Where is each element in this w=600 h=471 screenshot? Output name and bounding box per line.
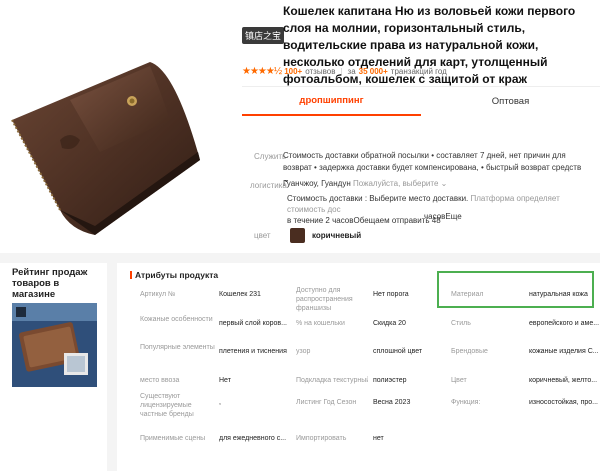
attributes-heading: Атрибуты продукта (130, 270, 218, 280)
attr-value: Скидка 20 (373, 320, 406, 327)
attr-key: Функция: (451, 399, 481, 406)
attr-key: место ввоза (140, 377, 180, 384)
store-ranking-title: Рейтинг продаж товаров в магазине (12, 267, 88, 300)
attr-value: Нет порога (373, 291, 409, 298)
attr-value: для ежедневного с... (219, 435, 287, 442)
tab-wholesale[interactable]: Оптовая (421, 87, 600, 116)
rating-stars-icon: ★★★★½ (242, 66, 282, 77)
logistics-from: Гуанчжоу, Гуандун (283, 179, 351, 188)
color-swatch[interactable] (290, 228, 305, 243)
attr-value: сплошной цвет (373, 348, 423, 355)
heading-accent-mark (130, 271, 132, 279)
ranking-product-image[interactable] (12, 303, 97, 387)
section-divider (0, 253, 600, 263)
transactions-label: транзакций год (390, 67, 447, 76)
transactions-prefix: за (347, 67, 356, 76)
logistics-label: логистика (250, 181, 287, 190)
attr-value: , (219, 399, 221, 406)
table-row: Кожаные особенности первый слой коров...… (140, 315, 600, 337)
attr-key: Подкладка текстурный (296, 377, 368, 384)
attr-value: Нет (219, 377, 231, 384)
attr-value: коричневый, желто... (529, 377, 598, 384)
separator: | (340, 67, 343, 76)
attr-value: европейского и аме... (529, 320, 599, 327)
attr-key: % на кошельки (296, 320, 345, 327)
table-row: Применимые сцены для ежедневного с... Им… (140, 430, 600, 452)
attr-key: Импортировать (296, 435, 347, 442)
attr-key: Применимые сцены (140, 435, 206, 442)
attr-value: износостойкая, про... (529, 399, 598, 406)
attributes-heading-text: Атрибуты продукта (135, 270, 219, 280)
table-row: Существуют лицензируемые частные бренды … (140, 392, 600, 428)
reviews-label: отзывов (305, 67, 336, 76)
delivery-time-more[interactable]: часовЕще (424, 212, 462, 221)
attr-value: Кошелек 231 (219, 291, 261, 298)
rating-row: ★★★★½ 100+ отзывов | за 35 000+ транзакц… (242, 66, 447, 77)
attr-key: Артикул № (140, 291, 176, 298)
product-image[interactable] (0, 40, 205, 235)
attr-key: Стиль (451, 320, 471, 327)
attr-key: Цвет (451, 377, 467, 384)
attr-key: Листинг Год Сезон (296, 399, 357, 406)
attr-key: узор (296, 348, 311, 355)
service-label: Служить (254, 152, 287, 161)
store-ranking-panel: Рейтинг продаж товаров в магазине (12, 267, 102, 300)
attr-value: плетения и тиснения (219, 348, 287, 355)
reviews-count[interactable]: 100+ (284, 67, 302, 76)
tab-dropshipping[interactable]: дропшиппинг (242, 87, 421, 116)
attr-value: Весна 2023 (373, 399, 411, 406)
table-row: Популярные элементы плетения и тиснения … (140, 343, 600, 365)
panel-divider (107, 263, 117, 471)
attr-key: Существуют лицензируемые частные бренды (140, 393, 194, 418)
attr-key: Брендовые (451, 348, 488, 355)
attr-value: полиэстер (373, 377, 407, 384)
attr-value: нет (373, 435, 384, 442)
color-label: цвет (254, 231, 271, 240)
purchase-tabs: дропшиппинг Оптовая (242, 86, 600, 116)
attr-key: Кожаные особенности (140, 316, 213, 323)
logistics-select-hint[interactable]: Пожалуйста, выберите ⌄ (353, 179, 447, 188)
color-option-name[interactable]: коричневый (312, 231, 361, 240)
shipping-cost: Стоимость доставки : Выберите место дост… (287, 193, 587, 226)
shipping-cost-text: Стоимость доставки : Выберите место дост… (287, 194, 469, 203)
shop-badge: 镇店之宝 (242, 27, 285, 44)
attr-key: Популярные элементы (140, 344, 215, 351)
transactions-count: 35 000+ (358, 67, 388, 76)
attr-key: Доступно для распространения франшизы (296, 287, 353, 312)
logistics-location[interactable]: Гуанчжоу, Гуандун Пожалуйста, выберите ⌄ (283, 179, 447, 188)
attr-value: первый слой коров... (219, 320, 287, 327)
delivery-time-text: в течение 2 часовОбещаем отправить 48 (287, 216, 441, 225)
material-highlight-box (437, 271, 594, 308)
attr-value: кожаные изделия С... (529, 348, 599, 355)
table-row: место ввоза Нет Подкладка текстурный пол… (140, 372, 600, 394)
